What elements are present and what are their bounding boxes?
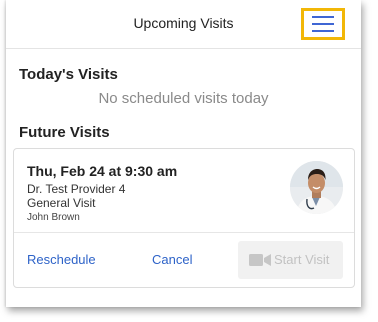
provider-avatar [290, 161, 343, 214]
card-divider [14, 232, 354, 233]
header-bar: Upcoming Visits [6, 0, 361, 49]
visit-card: Thu, Feb 24 at 9:30 am Dr. Test Provider… [13, 148, 355, 288]
visit-type: General Visit [27, 196, 96, 210]
todays-visits-heading: Today's Visits [19, 66, 118, 83]
video-camera-icon [249, 253, 273, 267]
provider-name: Dr. Test Provider 4 [27, 182, 126, 196]
cancel-button[interactable]: Cancel [152, 252, 192, 267]
reschedule-button[interactable]: Reschedule [27, 252, 96, 267]
patient-name: John Brown [27, 212, 80, 223]
future-visits-heading: Future Visits [19, 124, 110, 141]
start-visit-button[interactable]: Start Visit [238, 241, 343, 279]
visit-datetime: Thu, Feb 24 at 9:30 am [27, 163, 178, 179]
no-visits-message: No scheduled visits today [98, 90, 269, 107]
app-frame: Upcoming Visits Today's Visits No schedu… [6, 0, 361, 307]
start-visit-label: Start Visit [274, 252, 330, 267]
menu-button[interactable] [301, 8, 345, 40]
